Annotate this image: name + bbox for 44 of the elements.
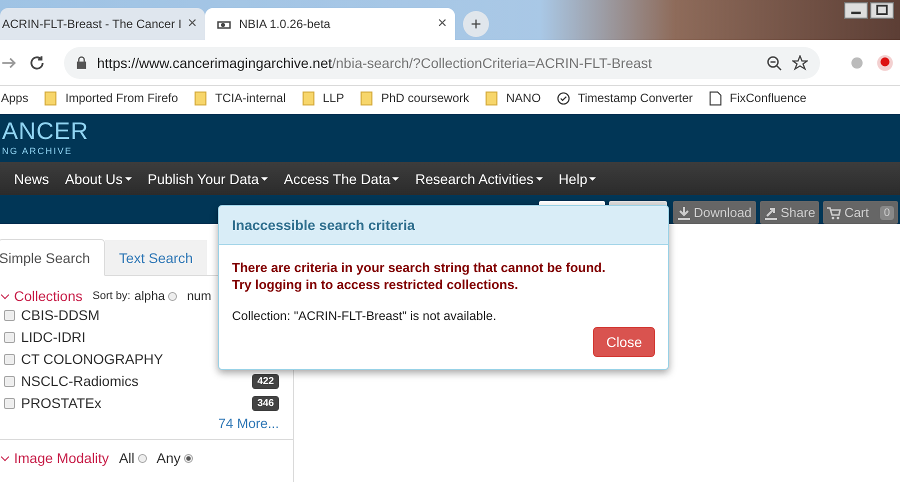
search-tab[interactable]: Simple Search: [0, 239, 106, 276]
modality-option[interactable]: All: [118, 450, 146, 466]
bookmark[interactable]: LLP: [302, 90, 344, 106]
bookmark[interactable]: Timestamp Converter: [556, 90, 693, 106]
bookmark[interactable]: PhD coursework: [360, 90, 470, 106]
collection-name[interactable]: NSCLC-Radiomics: [21, 373, 246, 389]
address-bar[interactable]: https://www.cancerimagingarchive.net/nbia-search/?CollectionCriteria=ACRIN-FLT-Breast: [64, 46, 820, 78]
modality-option[interactable]: Any: [156, 450, 193, 466]
close-icon[interactable]: ×: [188, 15, 197, 33]
count-badge: 422: [252, 374, 279, 388]
nav-link[interactable]: Publish Your Data: [148, 170, 268, 186]
sort-label: Sort by:: [92, 290, 130, 302]
cart-button[interactable]: Cart 0: [823, 201, 898, 224]
close-button[interactable]: Close: [593, 327, 655, 357]
warning-text: There are criteria in your search string that cannot be found.: [232, 259, 606, 276]
count-badge: 346: [252, 396, 279, 410]
new-tab-button[interactable]: +: [462, 11, 489, 37]
close-icon[interactable]: ×: [438, 15, 447, 33]
dialog-title: Inaccessible search criteria: [232, 217, 415, 233]
bookmark[interactable]: NANO: [485, 90, 541, 106]
share-button[interactable]: Share: [760, 201, 820, 224]
download-button[interactable]: Download: [672, 201, 756, 224]
modality-heading[interactable]: Image Modality: [2, 450, 109, 466]
nav-link[interactable]: News: [14, 170, 50, 186]
dialog-message: Collection: "ACRIN-FLT-Breast" is not available.: [232, 309, 498, 323]
bookmark[interactable]: Imported From Firefo: [44, 90, 178, 106]
nav-link[interactable]: About Us: [65, 170, 132, 186]
sort-option[interactable]: num: [186, 289, 212, 303]
bookmark[interactable]: FixConfluence: [708, 90, 806, 106]
nav-link[interactable]: Access The Data: [284, 170, 400, 186]
cart-count: 0: [880, 206, 894, 220]
browser-tab[interactable]: ACRIN-FLT-Breast - The Cancer I ×: [0, 8, 205, 40]
bookmark[interactable]: TCIA-internal: [194, 90, 286, 106]
browser-tab[interactable]: NBIA 1.0.26-beta ×: [204, 8, 455, 40]
nav-link[interactable]: Help: [558, 170, 596, 186]
warning-text: Try logging in to access restricted collections.: [232, 276, 520, 293]
bookmark[interactable]: Apps: [1, 91, 28, 105]
more-link[interactable]: 74 More...: [218, 416, 279, 431]
search-tab[interactable]: Text Search: [105, 240, 207, 275]
collections-heading[interactable]: Collections: [2, 288, 82, 304]
nav-link[interactable]: Research Activities: [415, 170, 543, 186]
sort-option[interactable]: alpha: [134, 289, 177, 303]
collection-name[interactable]: PROSTATEx: [21, 395, 246, 411]
site-logo[interactable]: ANCER NG ARCHIVE: [2, 119, 89, 157]
